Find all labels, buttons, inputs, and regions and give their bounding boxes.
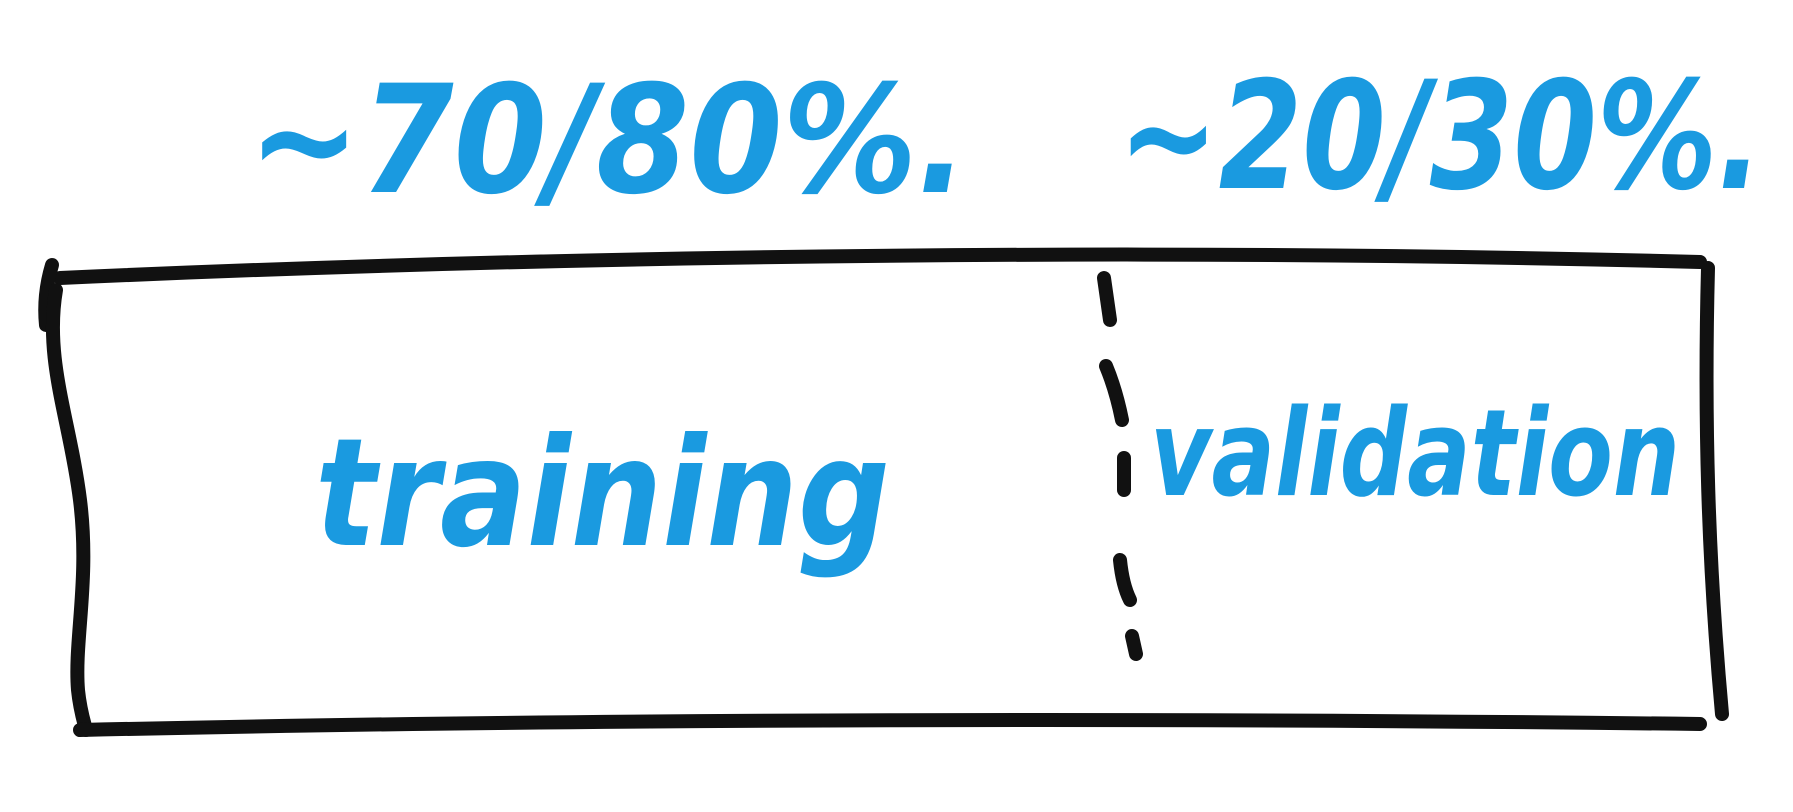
train-segment-label: training [315,407,890,581]
train-ratio-label: ~70/80%. [248,54,968,228]
split-box-top-edge [53,247,1707,285]
divider-dash-4 [1113,553,1137,607]
val-segment-label: validation [1150,385,1680,524]
split-box-left-edge [45,283,93,737]
divider-dash-5 [1125,629,1143,661]
train-validation-split-diagram: ~70/80%. ~20/30%. training validation [38,50,1763,737]
split-box-right-edge [1699,261,1729,721]
split-box-bottom-edge [73,713,1707,737]
divider-dash-2 [1099,359,1129,427]
divider-dash-1 [1097,271,1117,327]
val-ratio-label: ~20/30%. [1118,50,1763,224]
split-divider [1097,271,1143,661]
